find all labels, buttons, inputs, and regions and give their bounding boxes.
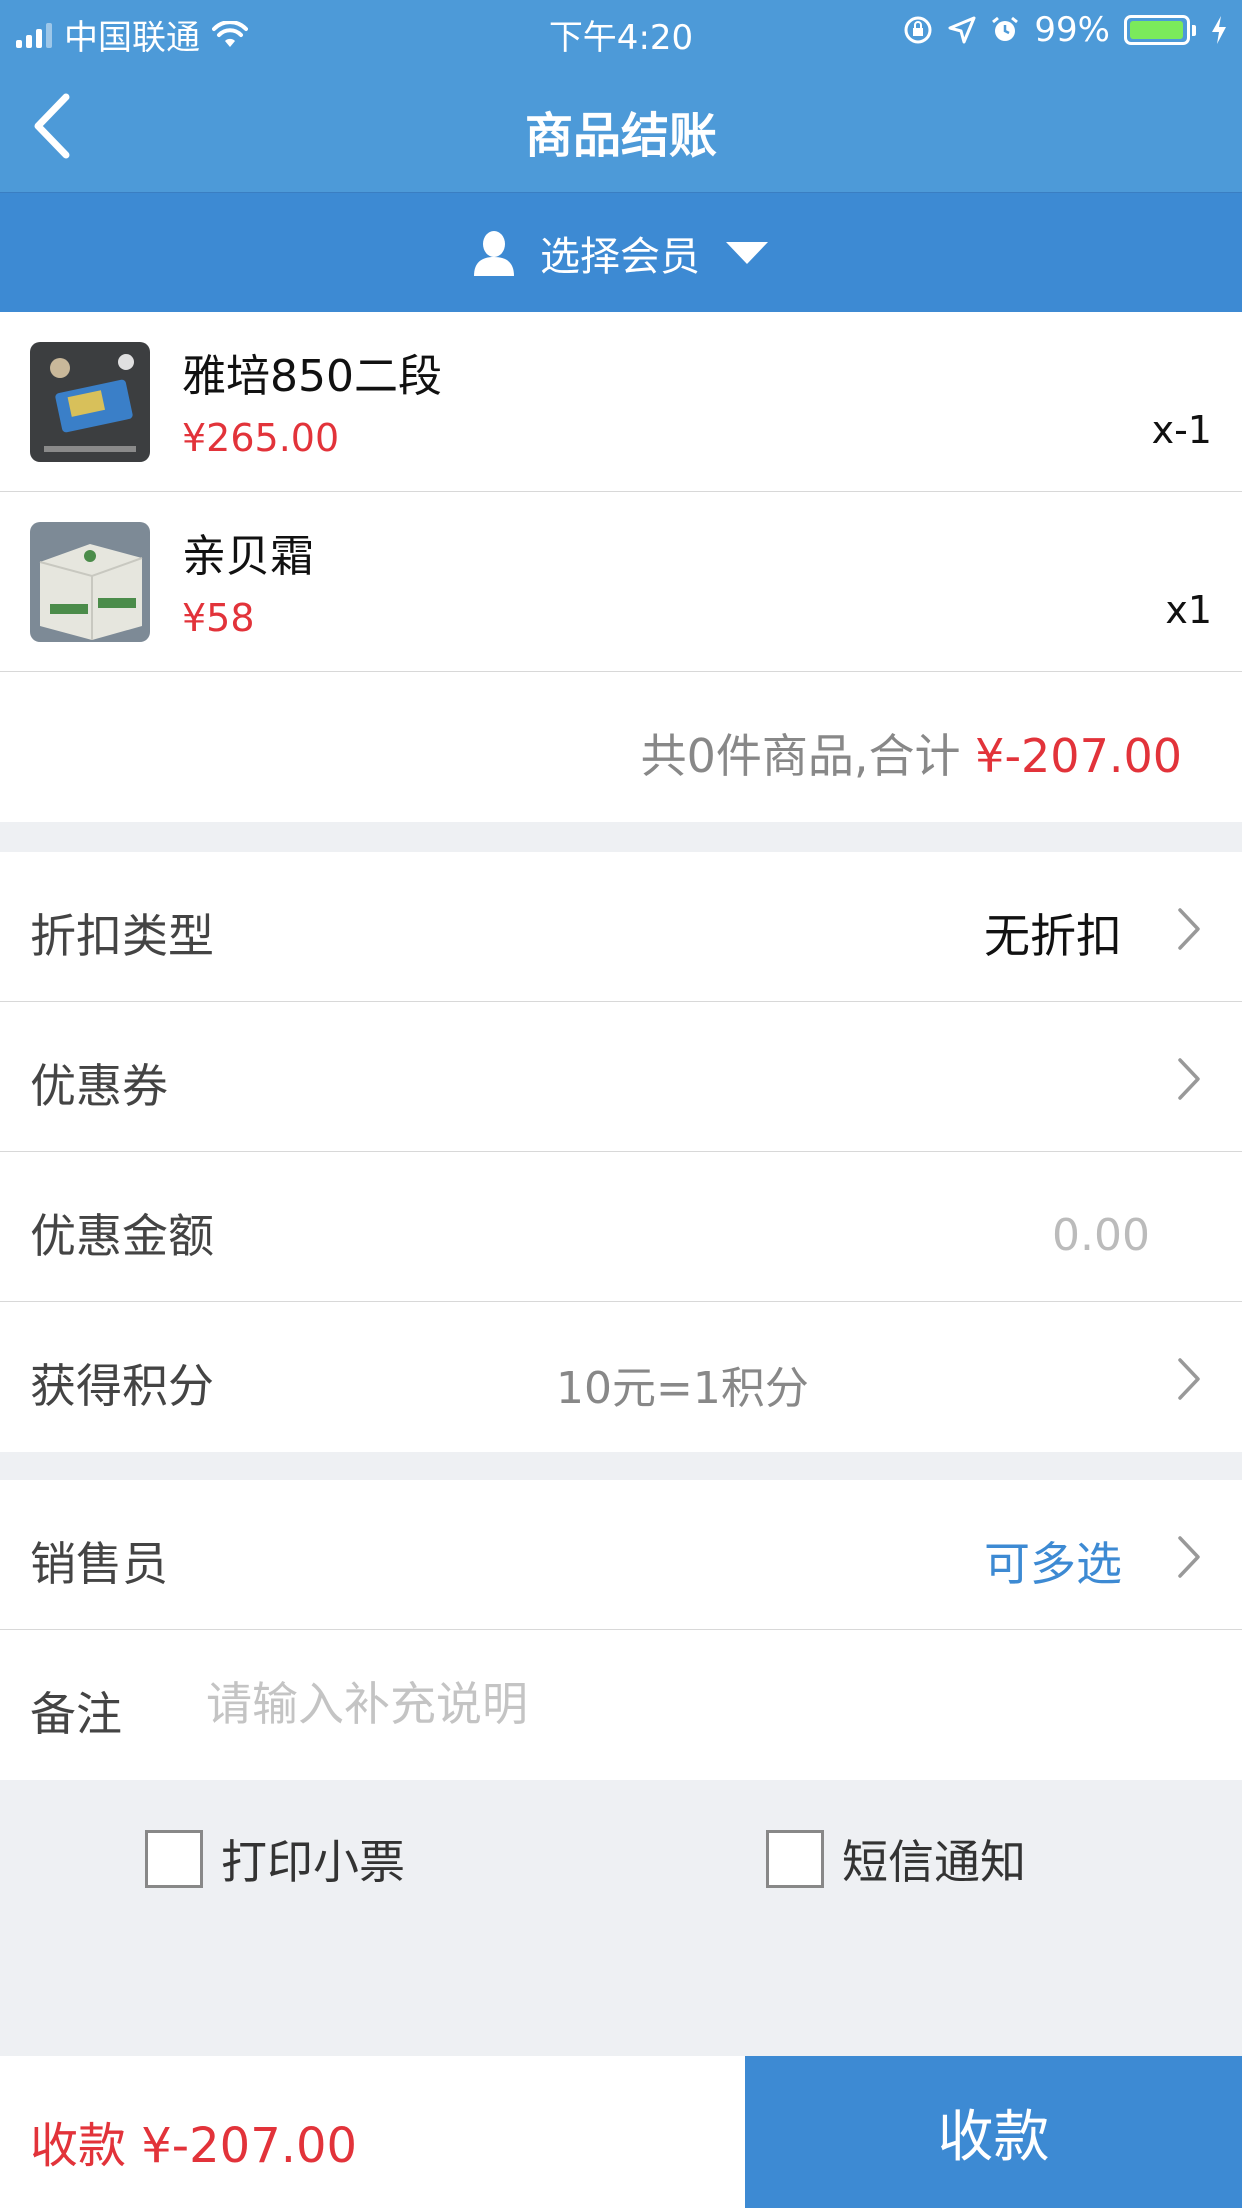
amount-due: 收款 ¥-207.00 [30, 2118, 358, 2174]
discount-amount-label: 优惠金额 [30, 1209, 214, 1263]
print-receipt-checkbox[interactable] [145, 1830, 203, 1888]
alarm-icon [992, 16, 1019, 41]
remark-row: 备注 [0, 1630, 1242, 1780]
order-summary-text: 共0件商品,合计 [640, 729, 961, 783]
product-quantity: x-1 [1151, 408, 1212, 452]
checkout-options: 打印小票 短信通知 [0, 1780, 1242, 2056]
product-quantity: x1 [1165, 588, 1212, 632]
product-image [30, 342, 150, 462]
sms-notify-label: 短信通知 [842, 1835, 1026, 1889]
product-list: 雅培850二段 ¥265.00 x-1 亲贝霜 ¥58 x1 共0件商品,合计 … [0, 312, 1242, 822]
list-item[interactable]: 亲贝霜 ¥58 x1 [0, 492, 1242, 672]
product-name: 亲贝霜 [182, 531, 314, 582]
product-price: ¥58 [182, 596, 255, 640]
chevron-right-icon [1178, 1058, 1200, 1100]
chevron-right-icon [1178, 1358, 1200, 1400]
location-icon [948, 16, 976, 44]
battery-percent: 99% [1034, 10, 1110, 50]
order-total-amount: ¥-207.00 [975, 729, 1182, 783]
print-receipt-label: 打印小票 [221, 1835, 405, 1889]
product-price: ¥265.00 [182, 416, 340, 460]
user-icon [474, 230, 514, 276]
checkout-footer: 收款 ¥-207.00 收款 [0, 2056, 1242, 2208]
discount-amount-value[interactable]: 0.00 [1052, 1210, 1150, 1261]
rotation-lock-icon [904, 16, 932, 44]
coupon-row[interactable]: 优惠券 [0, 1002, 1242, 1152]
member-selector[interactable]: 选择会员 [0, 192, 1242, 312]
coupon-label: 优惠券 [30, 1059, 168, 1113]
discount-amount-row[interactable]: 优惠金额 0.00 [0, 1152, 1242, 1302]
discount-type-label: 折扣类型 [30, 909, 214, 963]
remark-input[interactable] [206, 1664, 1186, 1744]
staff-section: 销售员 可多选 备注 [0, 1480, 1242, 1780]
sms-notify-checkbox[interactable] [766, 1830, 824, 1888]
salesperson-value: 可多选 [984, 1537, 1122, 1591]
battery-icon [1124, 15, 1196, 45]
remark-label: 备注 [30, 1687, 122, 1741]
salesperson-label: 销售员 [30, 1537, 168, 1591]
caret-down-icon [726, 241, 768, 264]
order-summary: 共0件商品,合计 ¥-207.00 [641, 720, 1182, 786]
discount-type-row[interactable]: 折扣类型 无折扣 [0, 852, 1242, 1002]
product-image [30, 522, 150, 642]
sms-notify-option[interactable]: 短信通知 [766, 1826, 1026, 1892]
discount-type-value: 无折扣 [984, 909, 1122, 963]
member-selector-label: 选择会员 [540, 233, 700, 280]
points-label: 获得积分 [30, 1359, 214, 1413]
status-bar: 中国联通 下午4:20 99% [0, 0, 1242, 60]
points-rule: 10元=1积分 [556, 1363, 809, 1414]
points-row[interactable]: 获得积分 10元=1积分 [0, 1302, 1242, 1452]
chevron-right-icon [1178, 908, 1200, 950]
product-name: 雅培850二段 [182, 351, 442, 402]
collect-payment-button[interactable]: 收款 [745, 2056, 1242, 2208]
salesperson-row[interactable]: 销售员 可多选 [0, 1480, 1242, 1630]
order-total: 共0件商品,合计 ¥-207.00 [0, 672, 1242, 822]
print-receipt-option[interactable]: 打印小票 [145, 1826, 405, 1892]
navigation-bar: 商品结账 [0, 60, 1242, 192]
discount-section: 折扣类型 无折扣 优惠券 优惠金额 0.00 获得积分 10元=1积分 [0, 852, 1242, 1452]
list-item[interactable]: 雅培850二段 ¥265.00 x-1 [0, 312, 1242, 492]
charging-icon [1212, 16, 1226, 44]
status-right: 99% [902, 10, 1228, 50]
page-title: 商品结账 [524, 108, 717, 164]
chevron-right-icon [1178, 1536, 1200, 1578]
checkout-page: 中国联通 下午4:20 99% 商品结账 选择会员 雅培850二段 ¥265.0… [0, 0, 1242, 2208]
